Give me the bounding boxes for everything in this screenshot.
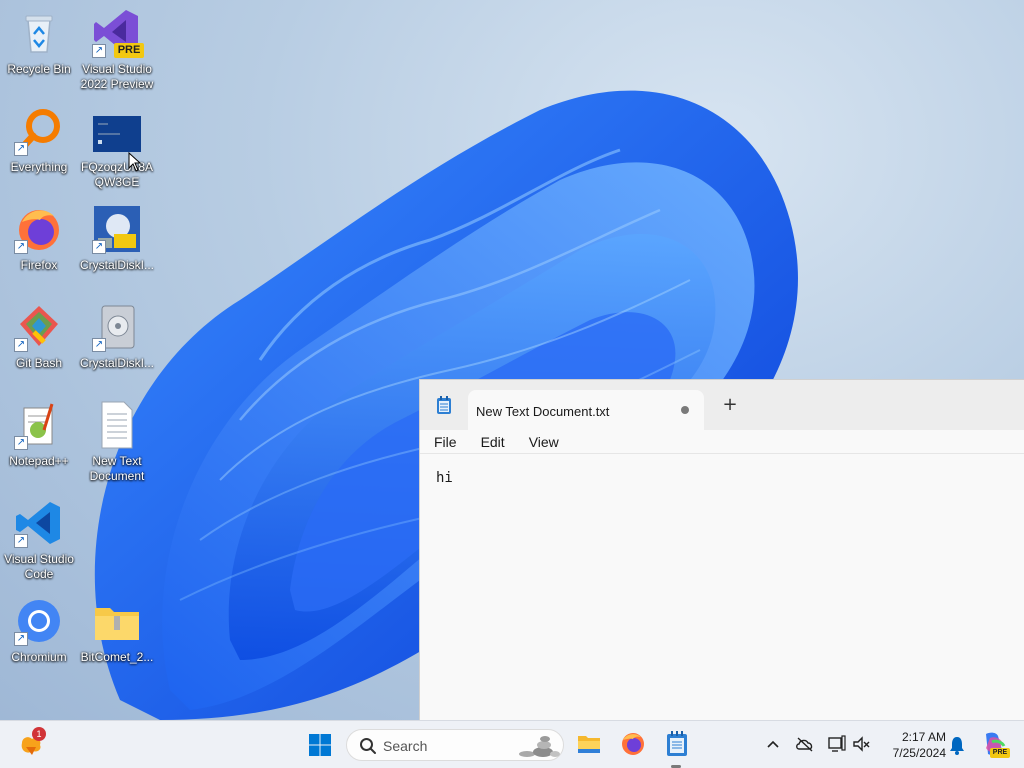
tab-title: New Text Document.txt xyxy=(476,404,610,419)
desktop-icon-git-bash[interactable]: ↗ Git Bash xyxy=(0,298,78,390)
shortcut-arrow-icon: ↗ xyxy=(92,44,106,58)
desktop-icon-label: FQzoqzUh8A QW3GE xyxy=(80,160,154,189)
notepad-text-area[interactable]: hi xyxy=(436,470,453,486)
copilot-preview-badge: PRE xyxy=(990,748,1010,758)
taskbar-firefox[interactable] xyxy=(620,731,646,757)
taskbar-search-box[interactable]: Search xyxy=(346,729,564,761)
widgets-notification-badge: 1 xyxy=(32,727,46,741)
desktop-icon-crystaldiskmark[interactable]: ↗ CrystalDiskI... xyxy=(78,298,156,390)
desktop-icon-everything[interactable]: ↗ Everything xyxy=(0,102,78,194)
desktop-icon-firefox[interactable]: ↗ Firefox xyxy=(0,200,78,292)
start-button[interactable] xyxy=(308,733,332,757)
taskbar-file-explorer[interactable] xyxy=(576,731,602,757)
search-placeholder: Search xyxy=(383,738,428,754)
recycle-bin-icon xyxy=(25,15,53,53)
desktop-icon-label: Everything xyxy=(10,160,68,174)
tray-volume[interactable] xyxy=(852,734,872,754)
search-highlight-stones-icon xyxy=(519,736,560,757)
notepad-icon xyxy=(667,731,687,756)
shortcut-arrow-icon: ↗ xyxy=(14,436,28,450)
desktop-icon-label: CrystalDiskI... xyxy=(79,356,154,370)
shortcut-arrow-icon: ↗ xyxy=(92,338,106,352)
bell-icon xyxy=(950,737,964,755)
windows-logo-icon xyxy=(309,734,331,756)
tray-onedrive[interactable] xyxy=(795,735,815,753)
dark-window-file-icon xyxy=(93,116,141,152)
file-explorer-icon xyxy=(578,736,600,753)
notepad-app-icon xyxy=(437,396,451,414)
search-icon xyxy=(360,738,376,754)
desktop: Recycle Bin ↗ Everything ↗ Firefox ↗ Git… xyxy=(0,0,1024,720)
volume-muted-icon xyxy=(853,736,870,752)
desktop-icon-chromium[interactable]: ↗ Chromium xyxy=(0,592,78,684)
copilot-button[interactable]: PRE xyxy=(980,730,1010,760)
clock-date: 7/25/2024 xyxy=(892,746,946,760)
notepad-window[interactable]: New Text Document.txt + File Edit View h… xyxy=(419,379,1024,720)
system-clock[interactable]: 2:17 AM 7/25/2024 xyxy=(876,729,946,761)
desktop-icon-new-text-document[interactable]: New Text Document xyxy=(78,396,156,488)
zip-folder-icon xyxy=(95,608,139,640)
desktop-icon-label: Git Bash xyxy=(15,356,63,370)
desktop-icon-label: Chromium xyxy=(11,650,67,664)
shortcut-arrow-icon: ↗ xyxy=(14,632,28,646)
clock-time: 2:17 AM xyxy=(901,730,946,744)
shortcut-arrow-icon: ↗ xyxy=(14,338,28,352)
tray-network[interactable] xyxy=(827,734,847,754)
taskbar: 1 Search 2:17 AM 7/25/2024 PRE xyxy=(0,720,1024,768)
unsaved-changes-dot-icon[interactable] xyxy=(681,406,689,414)
notepad-titlebar[interactable]: New Text Document.txt + xyxy=(420,380,1024,430)
desktop-icon-bitcomet-zip[interactable]: BitComet_2... xyxy=(78,592,156,684)
desktop-icon-visual-studio[interactable]: ↗ PRE Visual Studio 2022 Preview xyxy=(78,4,156,96)
desktop-icon-label: Recycle Bin xyxy=(7,62,71,76)
desktop-icon-vscode[interactable]: ↗ Visual Studio Code xyxy=(0,494,78,586)
desktop-icon-label: Visual Studio Code xyxy=(4,552,74,581)
menu-edit[interactable]: Edit xyxy=(469,434,517,450)
desktop-icon-crystaldiskinfo[interactable]: ↗ CrystalDiskI... xyxy=(78,200,156,292)
shortcut-arrow-icon: ↗ xyxy=(14,240,28,254)
preview-badge: PRE xyxy=(114,43,144,58)
notifications-button[interactable] xyxy=(947,734,967,756)
desktop-icon-label: Notepad++ xyxy=(9,454,69,468)
text-document-icon xyxy=(101,401,133,449)
desktop-icon-label: New Text Document xyxy=(89,454,145,483)
desktop-icon-label: CrystalDiskI... xyxy=(79,258,154,272)
tab-new-text-document[interactable]: New Text Document.txt xyxy=(468,390,704,430)
cloud-offline-icon xyxy=(796,737,813,752)
menu-view[interactable]: View xyxy=(517,434,571,450)
network-monitor-icon xyxy=(828,735,846,752)
notepad-menubar: File Edit View xyxy=(420,430,1024,454)
taskbar-notepad[interactable] xyxy=(664,730,690,758)
chevron-up-icon xyxy=(767,740,779,748)
desktop-icon-dark-file[interactable]: FQzoqzUh8A QW3GE xyxy=(78,102,156,194)
widgets-button[interactable]: 1 xyxy=(14,727,54,761)
new-tab-button[interactable]: + xyxy=(718,394,742,418)
menu-file[interactable]: File xyxy=(422,434,469,450)
desktop-icon-notepad-plus-plus[interactable]: ↗ Notepad++ xyxy=(0,396,78,488)
desktop-icon-label: Firefox xyxy=(20,258,58,272)
shortcut-arrow-icon: ↗ xyxy=(14,534,28,548)
shortcut-arrow-icon: ↗ xyxy=(92,240,106,254)
firefox-icon xyxy=(622,733,644,755)
show-hidden-icons-button[interactable] xyxy=(764,735,782,753)
desktop-icon-label: Visual Studio 2022 Preview xyxy=(80,62,154,91)
desktop-icon-label: BitComet_2... xyxy=(80,650,154,664)
desktop-icon-recycle-bin[interactable]: Recycle Bin xyxy=(0,4,78,96)
mouse-cursor-icon xyxy=(128,152,142,172)
shortcut-arrow-icon: ↗ xyxy=(14,142,28,156)
